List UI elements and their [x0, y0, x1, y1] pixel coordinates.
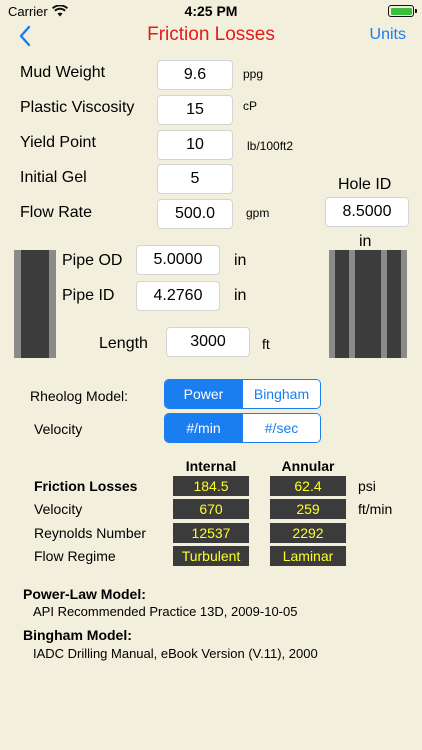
rheology-bingham-segment[interactable]: Bingham	[242, 380, 320, 408]
annular-column-header: Annular	[281, 458, 335, 474]
velocity-unit-label: Velocity	[34, 421, 83, 437]
plastic-viscosity-unit: cP	[243, 99, 258, 113]
rheology-power-segment[interactable]: Power	[165, 380, 242, 408]
pipe-od-field[interactable]: 5.0000	[136, 245, 220, 275]
plastic-viscosity-field[interactable]: 15	[157, 95, 233, 125]
flow-regime-label: Flow Regime	[34, 548, 116, 564]
velocity-annular-value: 259	[270, 499, 346, 519]
friction-losses-annular-value: 62.4	[270, 476, 346, 496]
plastic-viscosity-label: Plastic Viscosity	[20, 99, 135, 116]
velocity-result-label: Velocity	[34, 501, 83, 517]
mud-weight-field[interactable]: 9.6	[157, 60, 233, 90]
pipe-od-label: Pipe OD	[62, 252, 123, 269]
initial-gel-label: Initial Gel	[20, 169, 87, 186]
friction-losses-unit: psi	[358, 478, 376, 494]
rheology-model-label: Rheolog Model:	[30, 388, 129, 404]
pipe-id-field[interactable]: 4.2760	[136, 281, 220, 311]
velocity-internal-value: 670	[173, 499, 249, 519]
power-law-reference-text: API Recommended Practice 13D, 2009-10-05	[33, 604, 298, 619]
hole-id-unit: in	[359, 233, 372, 250]
annulus-cross-section-icon	[329, 250, 407, 358]
length-label: Length	[99, 335, 148, 352]
friction-losses-internal-value: 184.5	[173, 476, 249, 496]
mud-weight-label: Mud Weight	[20, 64, 106, 81]
clock: 4:25 PM	[184, 3, 238, 19]
pipe-id-label: Pipe ID	[62, 287, 115, 304]
pipe-id-unit: in	[234, 287, 247, 304]
flow-rate-unit: gpm	[246, 206, 270, 220]
hole-id-label: Hole ID	[338, 176, 392, 193]
reynolds-annular-value: 2292	[270, 523, 346, 543]
initial-gel-field[interactable]: 5	[157, 164, 233, 194]
bingham-reference-title: Bingham Model:	[23, 627, 132, 643]
flow-rate-field[interactable]: 500.0	[157, 199, 233, 229]
page-title: Friction Losses	[147, 24, 275, 45]
flow-regime-internal-value: Turbulent	[173, 546, 249, 566]
units-button[interactable]: Units	[370, 26, 406, 44]
reynolds-number-label: Reynolds Number	[34, 525, 147, 541]
yield-point-label: Yield Point	[20, 134, 96, 151]
pipe-cross-section-icon	[14, 250, 56, 358]
velocity-per-sec-segment[interactable]: #/sec	[242, 414, 320, 442]
yield-point-unit: lb/100ft2	[247, 139, 294, 153]
status-bar: Carrier 4:25 PM	[0, 0, 422, 24]
reynolds-internal-value: 12537	[173, 523, 249, 543]
battery-icon	[388, 5, 417, 17]
flow-rate-label: Flow Rate	[20, 204, 93, 221]
length-unit: ft	[262, 336, 270, 352]
velocity-unit-segmented: #/min #/sec	[164, 413, 321, 443]
rheology-model-segmented: Power Bingham	[164, 379, 321, 409]
power-law-reference-title: Power-Law Model:	[23, 586, 146, 602]
yield-point-field[interactable]: 10	[157, 130, 233, 160]
bingham-reference-text: IADC Drilling Manual, eBook Version (V.1…	[33, 646, 318, 661]
friction-losses-label: Friction Losses	[34, 478, 138, 494]
internal-column-header: Internal	[185, 458, 237, 474]
velocity-per-min-segment[interactable]: #/min	[165, 414, 242, 442]
pipe-od-unit: in	[234, 252, 247, 269]
length-field[interactable]: 3000	[166, 327, 250, 357]
velocity-result-unit: ft/min	[358, 501, 393, 517]
hole-id-field[interactable]: 8.5000	[325, 197, 409, 227]
flow-regime-annular-value: Laminar	[270, 546, 346, 566]
mud-weight-unit: ppg	[243, 67, 264, 81]
